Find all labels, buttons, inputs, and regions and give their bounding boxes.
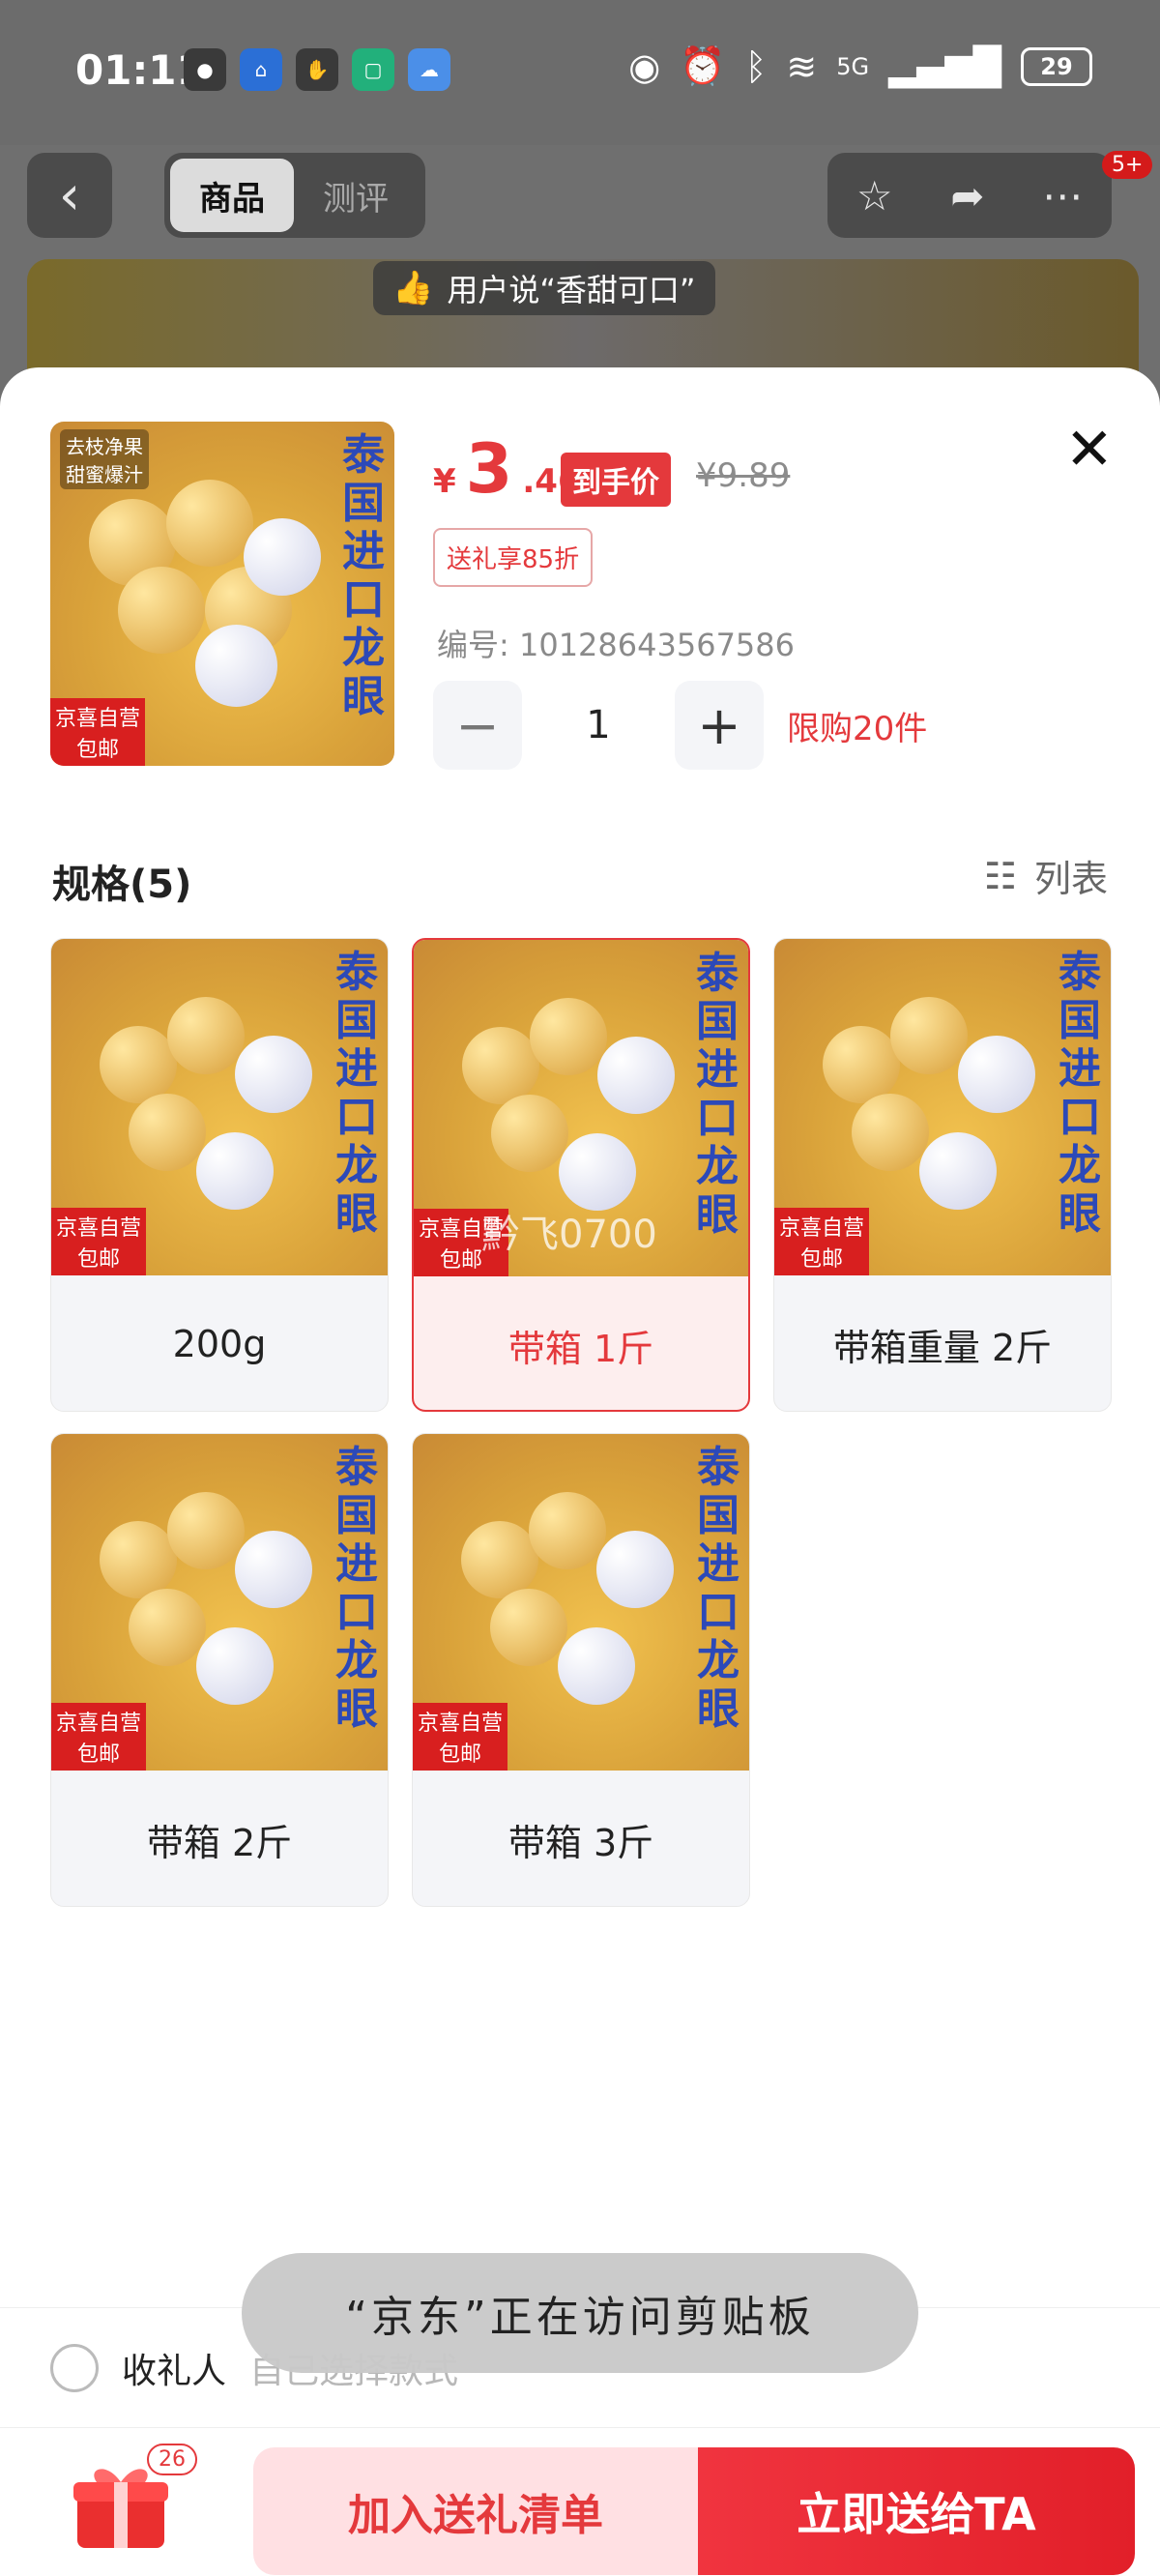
network-label: 5G xyxy=(836,52,870,80)
product-topnav: ‹ 商品 测评 ☆ ➦ ⋯ 5+ xyxy=(0,145,1160,251)
status-right: ◉ ⏰ ᛒ ≋ 5G ▂▄▆█ 29 xyxy=(628,44,1092,88)
page: 01:11 ● ⌂ ✋ ▢ ☁ ◉ ⏰ ᛒ ≋ 5G ▂▄▆█ 29 ‹ 商品 … xyxy=(0,0,1160,2576)
spec-option-200g[interactable]: 泰国进口龙眼 京喜自营 包邮 200g xyxy=(50,938,389,1412)
wifi-icon: ≋ xyxy=(786,44,818,88)
original-price: ¥9.89 xyxy=(696,456,791,495)
price: ¥ 3 .46 xyxy=(433,435,581,503)
status-bar: 01:11 ● ⌂ ✋ ▢ ☁ ◉ ⏰ ᛒ ≋ 5G ▂▄▆█ 29 xyxy=(0,0,1160,145)
weather-icon: ☁ xyxy=(408,48,450,91)
purchase-limit: 限购20件 xyxy=(787,709,928,748)
spec-title: 规格(5) xyxy=(52,863,192,907)
spec-option-1jin[interactable]: 泰国进口龙眼 京喜自营 包邮 黔飞0700 带箱 1斤 xyxy=(412,938,750,1412)
clipboard-toast: “京东”正在访问剪贴板 xyxy=(242,2253,918,2373)
mi-icon: ▢ xyxy=(352,48,394,91)
spec-option-label: 带箱 1斤 xyxy=(508,1327,654,1370)
hand-icon: ✋ xyxy=(296,48,338,91)
spec-option-label: 带箱重量 2斤 xyxy=(832,1326,1053,1369)
price-symbol: ¥ xyxy=(433,462,456,501)
spec-selection-sheet: 去枝净果 甜蜜爆汁 泰国进口龙眼 京喜自营 包邮 ✕ ¥ 3 .46 到手价 ¥9.… xyxy=(0,367,1160,2576)
back-button[interactable]: ‹ xyxy=(27,153,112,238)
spec-option-label: 200g xyxy=(172,1323,267,1365)
chevron-left-icon: ‹ xyxy=(58,163,81,227)
image-vertical-title: 泰国进口龙眼 xyxy=(342,430,385,721)
gift-discount-chip: 送礼享85折 xyxy=(433,528,594,587)
sku-label: 编号: xyxy=(437,627,509,663)
signal-icon: ▂▄▆█ xyxy=(888,44,1001,88)
price-badge: 到手价 xyxy=(561,453,671,507)
spec-option-2jin[interactable]: 泰国进口龙眼 京喜自营 包邮 带箱 2斤 xyxy=(50,1433,389,1907)
bluetooth-icon: ᛒ xyxy=(744,44,768,88)
product-thumbnail: 去枝净果 甜蜜爆汁 泰国进口龙眼 京喜自营 包邮 xyxy=(50,422,394,766)
smart-home-icon: ⌂ xyxy=(240,48,282,91)
quantity-value[interactable]: 1 xyxy=(545,703,652,747)
spec-option-label: 带箱 3斤 xyxy=(508,1821,654,1864)
add-to-gift-list-button[interactable]: 加入送礼清单 xyxy=(253,2447,698,2575)
spec-option-image: 泰国进口龙眼 京喜自营 包邮 xyxy=(774,939,1111,1275)
spec-option-image: 泰国进口龙眼 京喜自营 包邮 黔飞0700 xyxy=(414,940,748,1276)
wechat-icon: ● xyxy=(184,48,226,91)
list-label: 列表 xyxy=(1033,858,1108,900)
thumbs-up-icon: 👍 xyxy=(392,269,434,307)
tab-review[interactable]: 测评 xyxy=(294,159,418,232)
price-integer: 3 xyxy=(465,429,513,509)
close-button[interactable]: ✕ xyxy=(1065,416,1114,483)
status-app-icons: ● ⌂ ✋ ▢ ☁ xyxy=(184,48,450,91)
battery-indicator: 29 xyxy=(1021,46,1092,86)
message-badge: 5+ xyxy=(1102,151,1153,179)
spec-option-image: 泰国进口龙眼 京喜自营 包邮 xyxy=(51,939,388,1275)
spec-option-label: 带箱 2斤 xyxy=(146,1821,293,1864)
close-icon: ✕ xyxy=(1064,416,1114,483)
share-icon[interactable]: ➦ xyxy=(950,172,984,220)
spec-option-image: 泰国进口龙眼 京喜自营 包邮 xyxy=(413,1434,749,1771)
gift-count-badge: 26 xyxy=(147,2444,197,2475)
increase-button[interactable]: + xyxy=(675,681,764,770)
spec-option-3jin[interactable]: 泰国进口龙眼 京喜自营 包邮 带箱 3斤 xyxy=(412,1433,750,1907)
tab-product[interactable]: 商品 xyxy=(170,159,294,232)
header-actions: ☆ ➦ ⋯ xyxy=(827,153,1112,238)
bottom-bar: 26 加入送礼清单 立即送给TA xyxy=(0,2427,1160,2576)
spec-option-2jin-weight[interactable]: 泰国进口龙眼 京喜自营 包邮 带箱重量 2斤 xyxy=(773,938,1112,1412)
receiver-label: 收礼人 xyxy=(122,2351,227,2391)
list-view-toggle[interactable]: ☷ 列表 xyxy=(984,849,1108,902)
receiver-radio[interactable] xyxy=(50,2343,99,2392)
star-icon[interactable]: ☆ xyxy=(856,172,893,220)
battery-level: 29 xyxy=(1040,52,1073,80)
sku-value: 10128643567586 xyxy=(518,627,795,663)
user-review-note: 👍 用户说“香甜可口” xyxy=(373,261,715,315)
decrease-button[interactable]: − xyxy=(433,681,522,770)
image-tag-top: 去枝净果 甜蜜爆汁 xyxy=(60,429,149,489)
image-watermark: 黔飞0700 xyxy=(481,1213,657,1257)
more-icon[interactable]: ⋯ xyxy=(1042,172,1083,220)
list-icon: ☷ xyxy=(983,854,1017,897)
longan-image: 去枝净果 甜蜜爆汁 泰国进口龙眼 京喜自营 包邮 xyxy=(50,422,394,766)
image-brand-tag: 京喜自营 包邮 xyxy=(50,698,145,766)
send-now-button[interactable]: 立即送给TA xyxy=(698,2447,1135,2575)
sku: 编号: 10128643567586 xyxy=(437,621,795,665)
user-review-text: 用户说“香甜可口” xyxy=(447,272,696,308)
alarm-icon: ⏰ xyxy=(680,44,726,87)
eye-icon: ◉ xyxy=(628,44,661,88)
quantity-stepper: − 1 + 限购20件 xyxy=(433,681,927,770)
product-tabs: 商品 测评 xyxy=(164,153,425,238)
spec-option-image: 泰国进口龙眼 京喜自营 包邮 xyxy=(51,1434,388,1771)
